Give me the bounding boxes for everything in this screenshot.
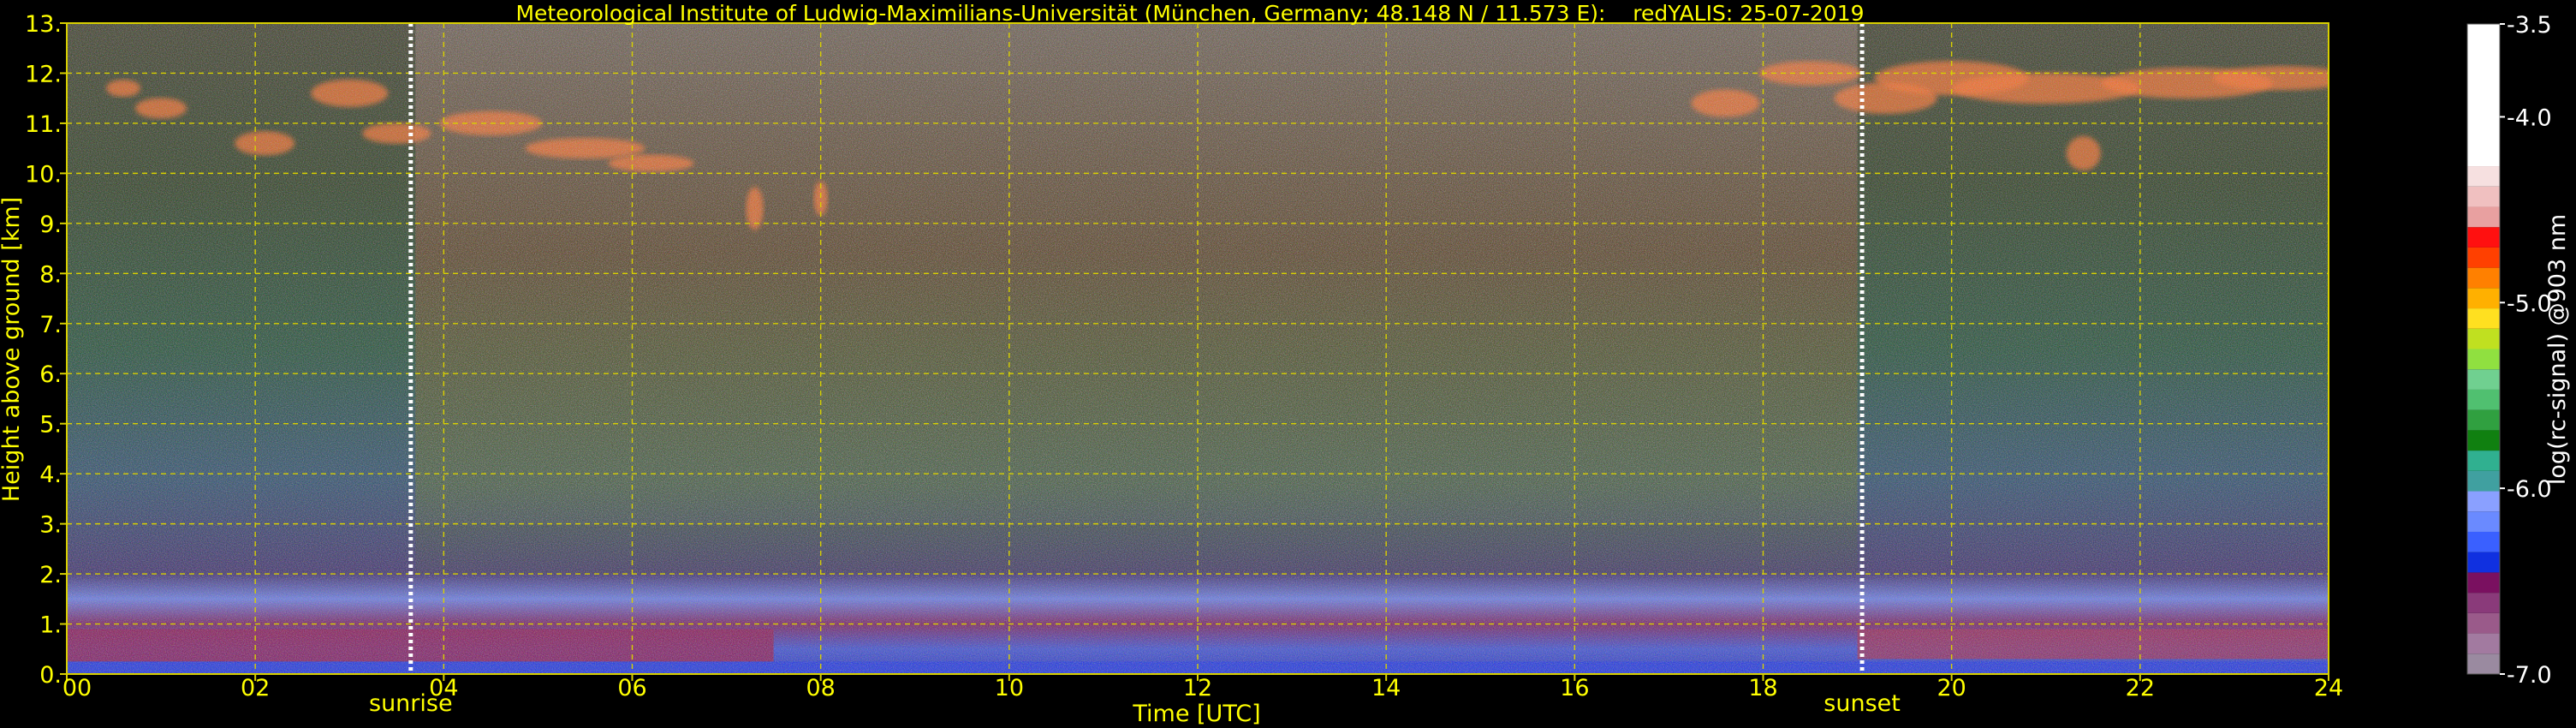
sunset-label: sunset: [1823, 690, 1901, 717]
x-axis-label: Time [UTC]: [1132, 701, 1260, 727]
lidar-chart: sunrise sunset 00 02 04 06 08 10 12 14 16 18 20 22 24…: [0, 1, 2571, 727]
y-tick-label: 10.: [25, 161, 62, 188]
colorbar-swatch: [2467, 206, 2500, 228]
x-tick-label: 12: [1183, 675, 1212, 701]
colorbar-swatch: [2467, 451, 2500, 471]
colorbar-swatch: [2467, 612, 2500, 634]
y-tick-label: 5.: [39, 412, 62, 439]
y-tick-label: 1.: [39, 612, 62, 639]
colorbar-swatch: [2467, 491, 2500, 512]
x-tick-label: 16: [1560, 675, 1589, 701]
x-tick-label: 04: [429, 675, 458, 701]
x-tick-label: 00: [62, 675, 92, 701]
colorbar-swatch: [2467, 247, 2500, 268]
y-axis: 0. 1. 2. 3. 4. 5. 6. 7. 8. 9. 10. 11. 12. 13.: [25, 11, 67, 689]
colorbar-swatch: [2467, 349, 2500, 370]
colorbar-swatch: [2467, 593, 2500, 613]
colorbar-swatch: [2467, 308, 2500, 329]
x-tick-label: 18: [1748, 675, 1777, 701]
x-tick-label: 14: [1371, 675, 1401, 701]
y-tick-label: 3.: [39, 512, 62, 539]
y-tick-label: 0.: [39, 662, 62, 689]
y-axis-label: Height above ground [km]: [0, 197, 25, 502]
y-tick-label: 6.: [39, 361, 62, 388]
chart-title: Meteorological Institute of Ludwig-Maxim…: [515, 1, 1864, 26]
colorbar-swatch: [2467, 409, 2500, 431]
colorbar-swatch: [2467, 369, 2500, 390]
x-tick-label: 22: [2126, 675, 2155, 701]
colorbar-swatch: [2467, 166, 2500, 187]
x-tick-label: 10: [995, 675, 1024, 701]
colorbar-swatch: [2467, 24, 2500, 167]
colorbar-swatch: [2467, 653, 2500, 674]
y-tick-label: 4.: [39, 462, 62, 488]
colorbar: -3.5-4.0-5.0-6.0-7.0: [2466, 12, 2552, 689]
colorbar-swatch: [2467, 288, 2500, 309]
colorbar-swatch: [2467, 552, 2500, 573]
colorbar-swatch: [2467, 227, 2500, 248]
y-tick-label: 11.: [25, 111, 62, 138]
colorbar-swatch: [2467, 430, 2500, 451]
colorbar-swatch: [2467, 186, 2500, 207]
x-tick-label: 20: [1936, 675, 1966, 701]
x-tick-label: 02: [241, 675, 270, 701]
colorbar-swatch: [2467, 511, 2500, 532]
y-tick-label: 7.: [39, 312, 62, 338]
colorbar-label: log(rc-signal) @903 nm: [2544, 214, 2571, 485]
y-tick-label: 13.: [25, 11, 62, 38]
colorbar-swatch: [2467, 470, 2500, 492]
y-tick-label: 2.: [39, 562, 62, 588]
colorbar-swatch: [2467, 389, 2500, 410]
colorbar-swatch: [2467, 267, 2500, 289]
colorbar-swatch: [2467, 531, 2500, 552]
x-tick-label: 24: [2314, 675, 2343, 701]
y-tick-label: 12.: [25, 61, 62, 87]
y-tick-label: 8.: [39, 261, 62, 288]
colorbar-swatch: [2467, 328, 2500, 349]
colorbar-tick-label: -7.0: [2507, 662, 2552, 689]
y-tick-label: 9.: [39, 212, 62, 238]
colorbar-swatch: [2467, 572, 2500, 594]
colorbar-tick-label: -4.0: [2507, 104, 2552, 131]
x-tick-label: 06: [617, 675, 646, 701]
colorbar-swatch: [2467, 633, 2500, 654]
colorbar-tick-label: -3.5: [2507, 12, 2552, 39]
x-tick-label: 08: [806, 675, 835, 701]
